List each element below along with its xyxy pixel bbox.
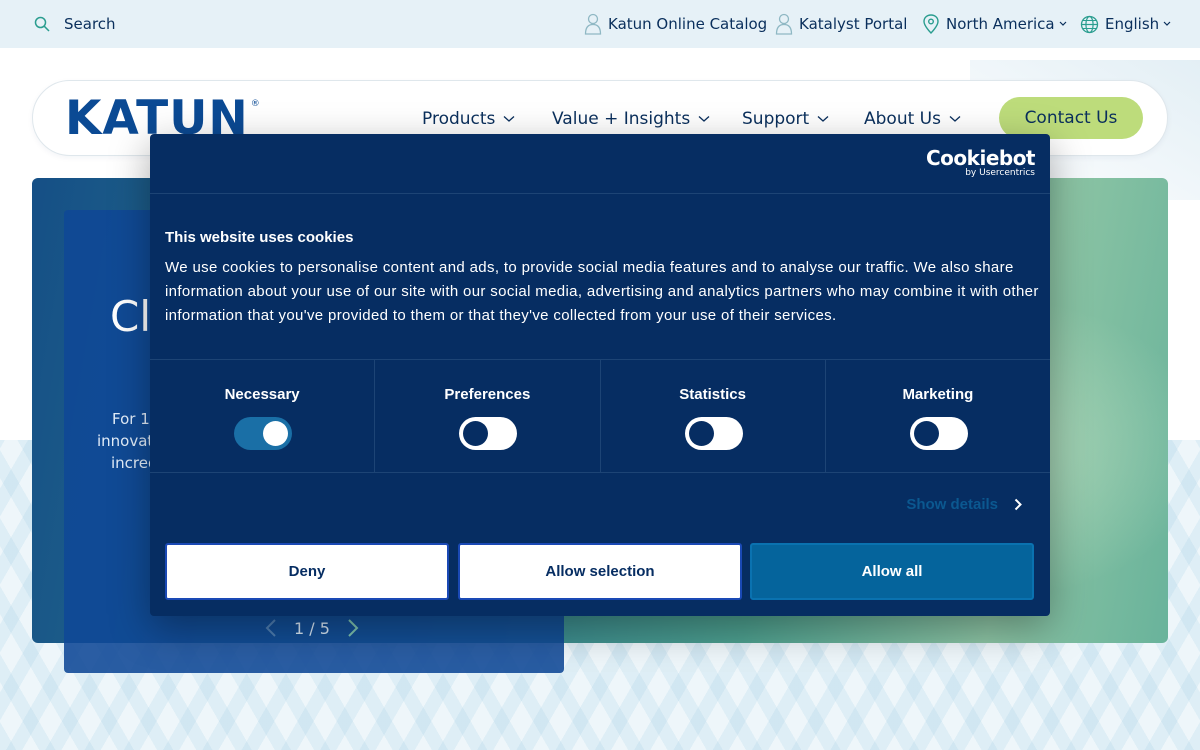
category-necessary: Necessary [150, 360, 376, 472]
globe-icon [1080, 15, 1099, 33]
hero-title: Cl [110, 292, 151, 341]
show-details-label: Show details [906, 496, 998, 513]
category-statistics: Statistics [601, 360, 826, 472]
slide-counter: 1 / 5 [294, 618, 330, 638]
nav-value-insights-label: Value + Insights [552, 109, 691, 129]
deny-button[interactable]: Deny [165, 543, 449, 600]
toggle-knob [263, 421, 288, 446]
slide-prev-button[interactable] [262, 617, 280, 639]
dialog-body-text: We use cookies to personalise content an… [165, 259, 1039, 324]
location-pin-icon [923, 14, 939, 34]
show-details-link[interactable]: Show details [906, 496, 1022, 513]
toggle-knob [463, 421, 489, 446]
catalog-link[interactable]: Katun Online Catalog [584, 0, 767, 48]
category-label: Necessary [224, 386, 300, 403]
katun-logo[interactable]: KATUN ® [65, 91, 260, 146]
chevron-down-icon [1163, 21, 1171, 26]
statistics-toggle[interactable] [684, 417, 743, 450]
chevron-left-icon [265, 619, 276, 637]
toggle-knob [688, 421, 714, 446]
chevron-down-icon [698, 116, 710, 122]
user-icon [775, 13, 793, 35]
category-preferences: Preferences [375, 360, 601, 472]
cookiebot-brand: Cookiebot [926, 146, 1036, 170]
dialog-title: This website uses cookies [165, 229, 354, 246]
marketing-toggle[interactable] [909, 417, 968, 450]
preferences-toggle[interactable] [459, 417, 518, 450]
region-label: North America [946, 15, 1055, 33]
region-selector[interactable]: North America [922, 0, 1067, 48]
category-label: Marketing [902, 386, 974, 403]
nav-products[interactable]: Products [422, 105, 515, 133]
utility-bar: Search Katun Online Catalog Katalyst Por… [0, 0, 1200, 48]
cookiebot-logo: Cookiebot by Usercentrics [926, 146, 1036, 179]
chevron-down-icon [817, 116, 829, 122]
nav-support-label: Support [742, 109, 810, 129]
cookie-consent-dialog: Cookiebot by Usercentrics This website u… [150, 134, 1050, 616]
hero-text-line: innovat [97, 432, 154, 450]
consent-categories: Necessary Preferences Statistics Marketi… [150, 359, 1050, 473]
portal-link[interactable]: Katalyst Portal [775, 0, 907, 48]
nav-products-label: Products [422, 109, 496, 129]
search-link[interactable]: Search [34, 0, 116, 48]
chevron-down-icon [1059, 21, 1067, 26]
nav-about-us-label: About Us [864, 109, 941, 129]
slide-pagination: 1 / 5 [262, 617, 362, 639]
category-marketing: Marketing [826, 360, 1050, 472]
nav-about-us[interactable]: About Us [864, 105, 961, 133]
catalog-label: Katun Online Catalog [608, 15, 768, 33]
slide-next-button[interactable] [344, 617, 362, 639]
logo-registered-mark: ® [250, 99, 260, 109]
language-label: English [1105, 15, 1160, 33]
chevron-down-icon [949, 116, 961, 122]
contact-us-button[interactable]: Contact Us [999, 97, 1143, 139]
language-selector[interactable]: English [1080, 0, 1171, 48]
allow-selection-button[interactable]: Allow selection [458, 543, 742, 600]
search-label: Search [64, 15, 116, 33]
dialog-header: Cookiebot by Usercentrics [150, 134, 1050, 194]
nav-support[interactable]: Support [742, 105, 829, 133]
chevron-right-icon [1014, 498, 1022, 511]
chevron-down-icon [503, 116, 515, 122]
category-label: Preferences [444, 386, 531, 403]
user-icon [584, 13, 602, 35]
toggle-knob [913, 421, 939, 446]
chevron-right-icon [348, 619, 359, 637]
logo-text: KATUN [65, 91, 249, 146]
necessary-toggle[interactable] [234, 417, 292, 450]
category-label: Statistics [679, 386, 746, 403]
search-icon [34, 16, 50, 32]
nav-value-insights[interactable]: Value + Insights [552, 105, 710, 133]
allow-all-button[interactable]: Allow all [750, 543, 1034, 600]
portal-label: Katalyst Portal [799, 15, 908, 33]
